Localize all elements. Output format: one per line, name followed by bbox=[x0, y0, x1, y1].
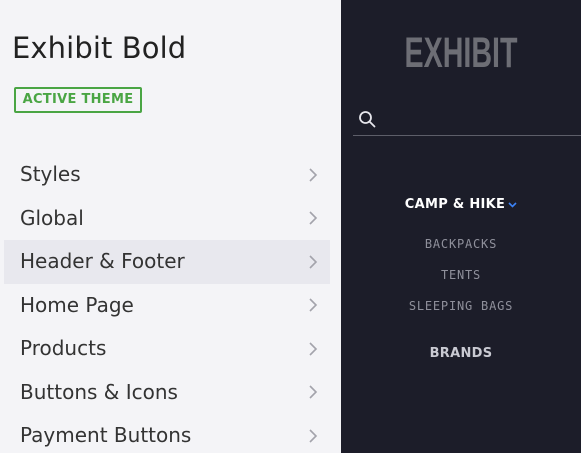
menu-item-label: Styles bbox=[20, 162, 81, 186]
menu-item-home-page[interactable]: Home Page bbox=[4, 284, 330, 328]
subnav-item-sleeping-bags[interactable]: SLEEPING BAGS bbox=[341, 299, 581, 313]
search-bar[interactable] bbox=[353, 107, 581, 136]
logo-text: EXHIBIT bbox=[405, 29, 518, 72]
menu-item-label: Global bbox=[20, 205, 84, 230]
chevron-right-icon bbox=[309, 255, 318, 269]
chevron-right-icon bbox=[309, 429, 318, 443]
menu-item-header-footer[interactable]: Header & Footer bbox=[4, 240, 330, 284]
active-theme-badge: ACTIVE THEME bbox=[14, 87, 142, 113]
exhibit-logo: EXHIBIT bbox=[405, 29, 518, 77]
menu-item-label: Products bbox=[20, 336, 107, 360]
theme-editor-sidebar: Exhibit Bold ACTIVE THEME Styles Global … bbox=[0, 0, 341, 453]
chevron-right-icon bbox=[309, 168, 318, 182]
menu-item-payment-buttons[interactable]: Payment Buttons bbox=[4, 414, 330, 453]
menu-item-label: Buttons & Icons bbox=[20, 379, 178, 404]
chevron-right-icon bbox=[309, 298, 318, 312]
menu-item-styles[interactable]: Styles bbox=[4, 153, 330, 197]
subnav-item-tents[interactable]: TENTS bbox=[341, 268, 581, 282]
theme-name: Exhibit Bold bbox=[12, 31, 187, 65]
store-preview: EXHIBIT CAMP & HIKE BACKPACKS TENTS SLEE… bbox=[341, 0, 581, 453]
settings-menu: Styles Global Header & Footer Home Page … bbox=[4, 153, 330, 453]
chevron-right-icon bbox=[309, 211, 318, 225]
nav-item-camp-hike[interactable]: CAMP & HIKE bbox=[341, 197, 581, 212]
nav-item-brands[interactable]: BRANDS bbox=[341, 346, 581, 361]
menu-item-label: Header & Footer bbox=[20, 249, 185, 273]
chevron-right-icon bbox=[309, 342, 318, 356]
menu-item-products[interactable]: Products bbox=[4, 327, 330, 371]
menu-item-global[interactable]: Global bbox=[4, 197, 330, 241]
search-icon[interactable] bbox=[358, 110, 376, 128]
menu-item-label: Payment Buttons bbox=[20, 423, 192, 447]
chevron-right-icon bbox=[309, 385, 318, 399]
subnav-item-backpacks[interactable]: BACKPACKS bbox=[341, 237, 581, 251]
chevron-down-icon bbox=[508, 201, 517, 208]
store-logo[interactable]: EXHIBIT bbox=[341, 26, 581, 77]
nav-item-label: CAMP & HIKE bbox=[404, 197, 506, 212]
menu-item-label: Home Page bbox=[20, 292, 134, 317]
menu-item-buttons-icons[interactable]: Buttons & Icons bbox=[4, 371, 330, 415]
